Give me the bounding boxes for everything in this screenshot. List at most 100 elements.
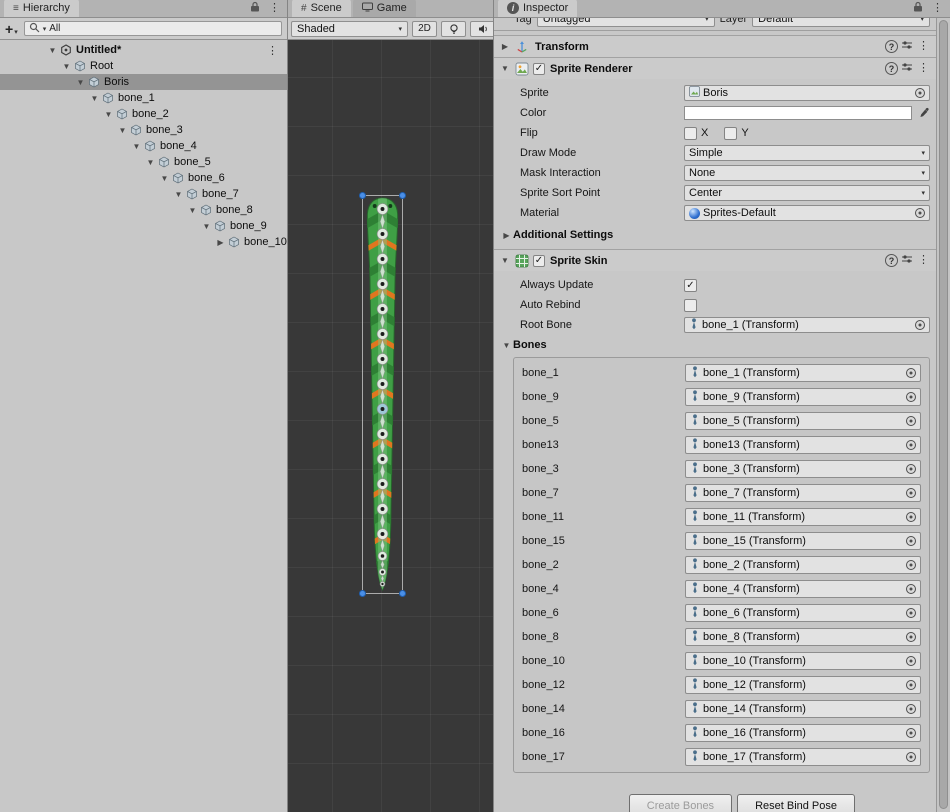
hierarchy-item[interactable]: ▼ bone_5 [0,154,287,170]
foldout-icon[interactable]: ▼ [130,142,143,151]
hierarchy-item[interactable]: ▼ Boris [0,74,287,90]
foldout-icon[interactable]: ▼ [74,78,87,87]
bone-object-field[interactable]: bone_6 (Transform) [685,604,921,622]
object-picker-icon[interactable] [906,584,916,594]
bone-object-field[interactable]: bone_17 (Transform) [685,748,921,766]
object-picker-icon[interactable] [915,320,925,330]
sprite-object-field[interactable]: Boris [684,85,930,101]
bone-object-field[interactable]: bone_9 (Transform) [685,388,921,406]
sprite-skin-header[interactable]: ▼ ✓ Sprite Skin ? ⋮ [494,249,936,271]
foldout-open-icon[interactable]: ▼ [46,46,59,55]
always-update-checkbox[interactable]: ✓ [684,279,697,292]
selection-handle[interactable] [399,590,406,597]
flip-y-checkbox[interactable] [724,127,737,140]
lighting-toggle-button[interactable] [441,21,466,37]
bone-object-field[interactable]: bone_7 (Transform) [685,484,921,502]
bone-object-field[interactable]: bone_8 (Transform) [685,628,921,646]
kebab-menu-icon[interactable]: ⋮ [916,63,931,74]
component-enabled-checkbox[interactable]: ✓ [533,255,545,267]
object-picker-icon[interactable] [906,536,916,546]
hierarchy-item[interactable]: ▼ Root [0,58,287,74]
object-picker-icon[interactable] [906,512,916,522]
transform-component-header[interactable]: ▶ Transform ? ⋮ [494,35,936,57]
scene-viewport[interactable] [288,40,493,812]
reset-bind-pose-button[interactable]: Reset Bind Pose [737,794,855,812]
object-picker-icon[interactable] [906,632,916,642]
kebab-menu-icon[interactable]: ⋮ [267,3,282,14]
selection-handle[interactable] [359,192,366,199]
object-picker-icon[interactable] [906,392,916,402]
color-field[interactable] [684,106,912,120]
bone-object-field[interactable]: bone_15 (Transform) [685,532,921,550]
foldout-open-icon[interactable]: ▼ [500,341,513,350]
foldout-icon[interactable]: ▼ [116,126,129,135]
draw-mode-dropdown[interactable]: Simple ▾ [684,145,930,161]
presets-icon[interactable] [901,39,913,54]
scene-options-icon[interactable]: ⋮ [267,44,278,57]
object-picker-icon[interactable] [906,704,916,714]
help-icon[interactable]: ? [885,40,898,53]
bone-object-field[interactable]: bone_5 (Transform) [685,412,921,430]
sprite-renderer-header[interactable]: ▼ ✓ Sprite Renderer ? ⋮ [494,57,936,79]
eyedropper-icon[interactable] [918,107,930,119]
scrollbar-thumb[interactable] [939,20,948,809]
object-picker-icon[interactable] [915,88,925,98]
hierarchy-item[interactable]: ▼ bone_2 [0,106,287,122]
scene-row-untitled[interactable]: ▼ Untitled* ⋮ [0,42,287,58]
root-bone-object-field[interactable]: bone_1 (Transform) [684,317,930,333]
sprite-sort-point-dropdown[interactable]: Center ▾ [684,185,930,201]
object-picker-icon[interactable] [906,416,916,426]
audio-toggle-button[interactable] [470,21,495,37]
object-picker-icon[interactable] [906,728,916,738]
bones-foldout[interactable]: ▼ Bones [494,335,936,355]
object-picker-icon[interactable] [906,656,916,666]
tab-inspector[interactable]: i Inspector [498,0,577,17]
hierarchy-item[interactable]: ▼ bone_3 [0,122,287,138]
hierarchy-item[interactable]: ▼ bone_6 [0,170,287,186]
tab-hierarchy[interactable]: ≡ Hierarchy [4,0,79,17]
kebab-menu-icon[interactable]: ⋮ [930,3,945,14]
component-enabled-checkbox[interactable]: ✓ [533,63,545,75]
object-picker-icon[interactable] [906,608,916,618]
foldout-icon[interactable]: ▼ [200,222,213,231]
foldout-open-icon[interactable]: ▼ [499,64,511,73]
tag-dropdown[interactable]: Untagged ▾ [537,18,715,27]
bone-object-field[interactable]: bone13 (Transform) [685,436,921,454]
presets-icon[interactable] [901,253,913,268]
tab-game[interactable]: Game [353,0,416,17]
hierarchy-item[interactable]: ▼ bone_7 [0,186,287,202]
hierarchy-item[interactable]: ▼ bone_1 [0,90,287,106]
kebab-menu-icon[interactable]: ⋮ [916,41,931,52]
object-picker-icon[interactable] [915,208,925,218]
kebab-menu-icon[interactable]: ⋮ [916,255,931,266]
hierarchy-item[interactable]: ▶ bone_10 [0,234,287,250]
tab-scene[interactable]: # Scene [292,0,351,17]
layer-dropdown[interactable]: Default ▾ [752,18,930,27]
help-icon[interactable]: ? [885,62,898,75]
create-object-button[interactable]: + ▾ [5,22,18,36]
auto-rebind-checkbox[interactable] [684,299,697,312]
flip-x-checkbox[interactable] [684,127,697,140]
foldout-icon[interactable]: ▼ [102,110,115,119]
foldout-icon[interactable]: ▼ [144,158,157,167]
shading-mode-dropdown[interactable]: Shaded ▾ [291,21,408,37]
foldout-closed-icon[interactable]: ▶ [500,231,513,240]
hierarchy-item[interactable]: ▼ bone_9 [0,218,287,234]
object-picker-icon[interactable] [906,752,916,762]
foldout-open-icon[interactable]: ▼ [499,256,511,265]
bone-object-field[interactable]: bone_3 (Transform) [685,460,921,478]
create-bones-button[interactable]: Create Bones [629,794,732,812]
bone-object-field[interactable]: bone_10 (Transform) [685,652,921,670]
bone-object-field[interactable]: bone_14 (Transform) [685,700,921,718]
help-icon[interactable]: ? [885,254,898,267]
foldout-icon[interactable]: ▼ [186,206,199,215]
selection-handle[interactable] [359,590,366,597]
object-picker-icon[interactable] [906,368,916,378]
hierarchy-item[interactable]: ▼ bone_4 [0,138,287,154]
bone-object-field[interactable]: bone_16 (Transform) [685,724,921,742]
bone-object-field[interactable]: bone_2 (Transform) [685,556,921,574]
foldout-icon[interactable]: ▼ [60,62,73,71]
bone-object-field[interactable]: bone_1 (Transform) [685,364,921,382]
2d-toggle-button[interactable]: 2D [412,21,437,37]
additional-settings-foldout[interactable]: ▶ Additional Settings [494,225,936,245]
